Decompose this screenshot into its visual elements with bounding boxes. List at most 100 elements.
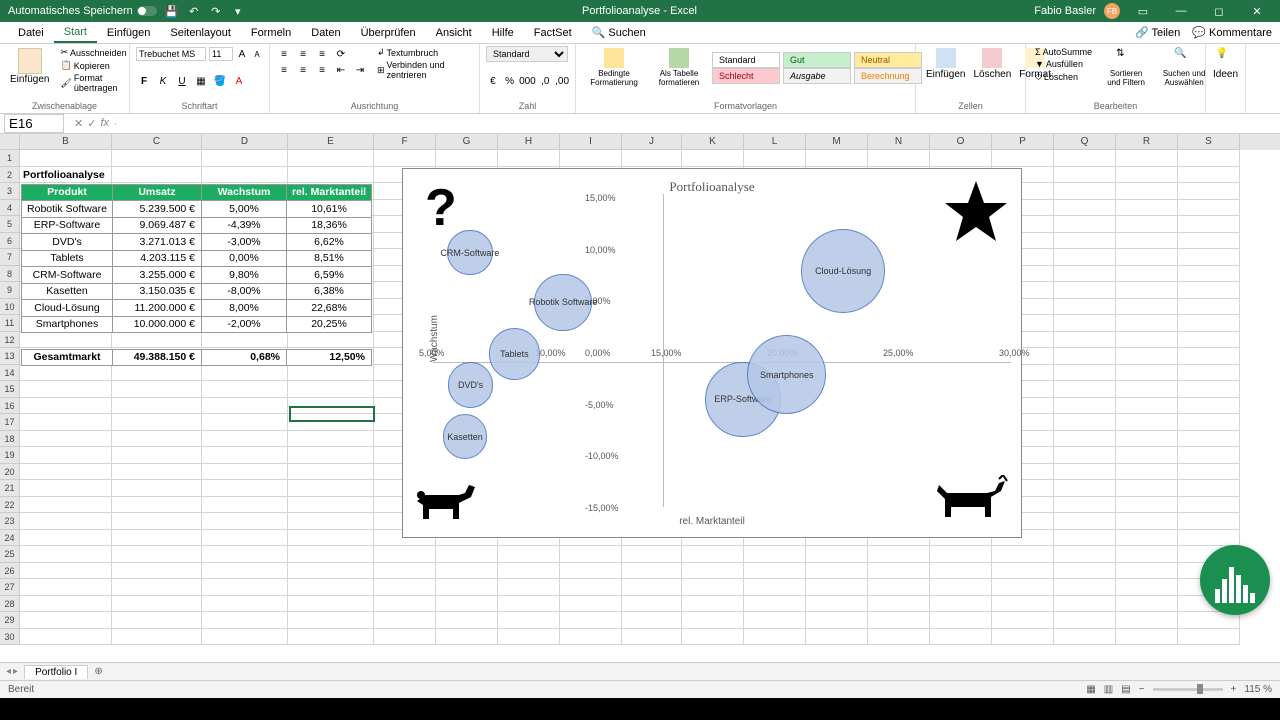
- row-header[interactable]: 14: [0, 365, 20, 382]
- autosave-toggle[interactable]: Automatisches Speichern: [8, 5, 157, 17]
- row-header[interactable]: 18: [0, 431, 20, 448]
- row-header[interactable]: 19: [0, 447, 20, 464]
- font-color-button[interactable]: A: [231, 74, 247, 90]
- row-header[interactable]: 23: [0, 513, 20, 530]
- save-icon[interactable]: 💾: [165, 4, 179, 18]
- view-normal-button[interactable]: ▦: [1086, 684, 1095, 695]
- search-box[interactable]: 🔍 Suchen: [582, 23, 656, 42]
- increase-font-button[interactable]: A: [236, 46, 248, 62]
- formula-input[interactable]: [115, 123, 1280, 125]
- user-name[interactable]: Fabio Basler: [1034, 5, 1096, 17]
- cut-button[interactable]: ✂ Ausschneiden: [57, 46, 129, 59]
- redo-icon[interactable]: ↷: [209, 4, 223, 18]
- qat-more-icon[interactable]: ▾: [231, 4, 245, 18]
- col-header[interactable]: R: [1116, 134, 1178, 150]
- row-header[interactable]: 30: [0, 629, 20, 646]
- percent-button[interactable]: %: [503, 74, 517, 90]
- row-header[interactable]: 17: [0, 414, 20, 431]
- style-berechnung[interactable]: Berechnung: [854, 68, 922, 84]
- style-gut[interactable]: Gut: [783, 52, 851, 68]
- comma-button[interactable]: 000: [519, 74, 535, 90]
- fill-color-button[interactable]: 🪣: [212, 74, 228, 90]
- row-header[interactable]: 16: [0, 398, 20, 415]
- italic-button[interactable]: K: [155, 74, 171, 90]
- col-header[interactable]: J: [622, 134, 682, 150]
- menu-daten[interactable]: Daten: [301, 24, 350, 42]
- menu-start[interactable]: Start: [54, 23, 97, 43]
- minimize-button[interactable]: —: [1166, 5, 1196, 17]
- align-middle-button[interactable]: ≡: [295, 46, 311, 62]
- name-box[interactable]: [4, 114, 64, 133]
- number-format-select[interactable]: Standard: [486, 46, 568, 62]
- col-header[interactable]: O: [930, 134, 992, 150]
- chart-object[interactable]: Portfolioanalyse Wachstum rel. Marktante…: [402, 168, 1022, 538]
- zoom-level[interactable]: 115 %: [1244, 684, 1272, 695]
- style-ausgabe[interactable]: Ausgabe: [783, 68, 851, 84]
- zoom-out-button[interactable]: −: [1139, 684, 1145, 695]
- col-header[interactable]: N: [868, 134, 930, 150]
- format-as-table-button[interactable]: Als Tabelle formatieren: [650, 46, 708, 89]
- col-header[interactable]: L: [744, 134, 806, 150]
- worksheet-grid[interactable]: BCDEFGHIJKLMNOPQRS 123456789101112131415…: [0, 134, 1280, 662]
- orientation-button[interactable]: ⟳: [333, 46, 349, 62]
- col-header[interactable]: D: [202, 134, 288, 150]
- comments-button[interactable]: 💬 Kommentare: [1192, 26, 1272, 39]
- format-painter-button[interactable]: 🖌 Format übertragen: [57, 72, 129, 94]
- row-header[interactable]: 10: [0, 299, 20, 316]
- col-header[interactable]: P: [992, 134, 1054, 150]
- row-header[interactable]: 4: [0, 200, 20, 217]
- zoom-in-button[interactable]: +: [1231, 684, 1237, 695]
- user-avatar[interactable]: FB: [1104, 3, 1120, 19]
- row-header[interactable]: 24: [0, 530, 20, 547]
- menu-formeln[interactable]: Formeln: [241, 24, 301, 42]
- style-neutral[interactable]: Neutral: [854, 52, 922, 68]
- tab-nav-next[interactable]: ▸: [13, 666, 18, 677]
- underline-button[interactable]: U: [174, 74, 190, 90]
- font-size-select[interactable]: [209, 47, 233, 61]
- menu-datei[interactable]: Datei: [8, 24, 54, 42]
- paste-button[interactable]: Einfügen: [6, 46, 53, 94]
- align-bottom-button[interactable]: ≡: [314, 46, 330, 62]
- copy-button[interactable]: 📋 Kopieren: [57, 59, 129, 72]
- menu-einfuegen[interactable]: Einfügen: [97, 24, 160, 42]
- undo-icon[interactable]: ↶: [187, 4, 201, 18]
- wrap-text-button[interactable]: ↲ Textumbruch: [374, 46, 473, 59]
- col-header[interactable]: I: [560, 134, 622, 150]
- inc-decimal-button[interactable]: ,0: [538, 74, 552, 90]
- font-name-select[interactable]: [136, 47, 206, 61]
- add-sheet-button[interactable]: ⊕: [88, 666, 108, 677]
- col-header[interactable]: G: [436, 134, 498, 150]
- row-header[interactable]: 26: [0, 563, 20, 580]
- align-top-button[interactable]: ≡: [276, 46, 292, 62]
- close-button[interactable]: ✕: [1242, 5, 1272, 18]
- col-header[interactable]: E: [288, 134, 374, 150]
- tab-nav-prev[interactable]: ◂: [6, 666, 11, 677]
- row-header[interactable]: 29: [0, 612, 20, 629]
- row-header[interactable]: 21: [0, 480, 20, 497]
- delete-cells-button[interactable]: Löschen: [969, 46, 1015, 82]
- style-standard[interactable]: Standard: [712, 52, 780, 68]
- sort-filter-button[interactable]: ⇅Sortieren und Filtern: [1099, 46, 1153, 89]
- row-header[interactable]: 9: [0, 282, 20, 299]
- indent-dec-button[interactable]: ⇤: [333, 62, 349, 78]
- menu-hilfe[interactable]: Hilfe: [482, 24, 524, 42]
- find-select-button[interactable]: 🔍Suchen und Auswählen: [1157, 46, 1211, 89]
- align-center-button[interactable]: ≡: [295, 62, 311, 78]
- maximize-button[interactable]: ◻: [1204, 5, 1234, 18]
- col-header[interactable]: B: [20, 134, 112, 150]
- conditional-formatting-button[interactable]: Bedingte Formatierung: [582, 46, 646, 89]
- row-header[interactable]: 12: [0, 332, 20, 349]
- indent-inc-button[interactable]: ⇥: [352, 62, 368, 78]
- row-header[interactable]: 8: [0, 266, 20, 283]
- autosum-button[interactable]: Σ AutoSumme: [1032, 46, 1095, 58]
- col-header[interactable]: H: [498, 134, 560, 150]
- menu-factset[interactable]: FactSet: [524, 24, 582, 42]
- row-header[interactable]: 20: [0, 464, 20, 481]
- select-all-corner[interactable]: [0, 134, 20, 150]
- row-header[interactable]: 13: [0, 348, 20, 365]
- ribbon-options-icon[interactable]: ▭: [1128, 5, 1158, 18]
- menu-seitenlayout[interactable]: Seitenlayout: [160, 24, 241, 42]
- row-header[interactable]: 22: [0, 497, 20, 514]
- row-header[interactable]: 11: [0, 315, 20, 332]
- bold-button[interactable]: F: [136, 74, 152, 90]
